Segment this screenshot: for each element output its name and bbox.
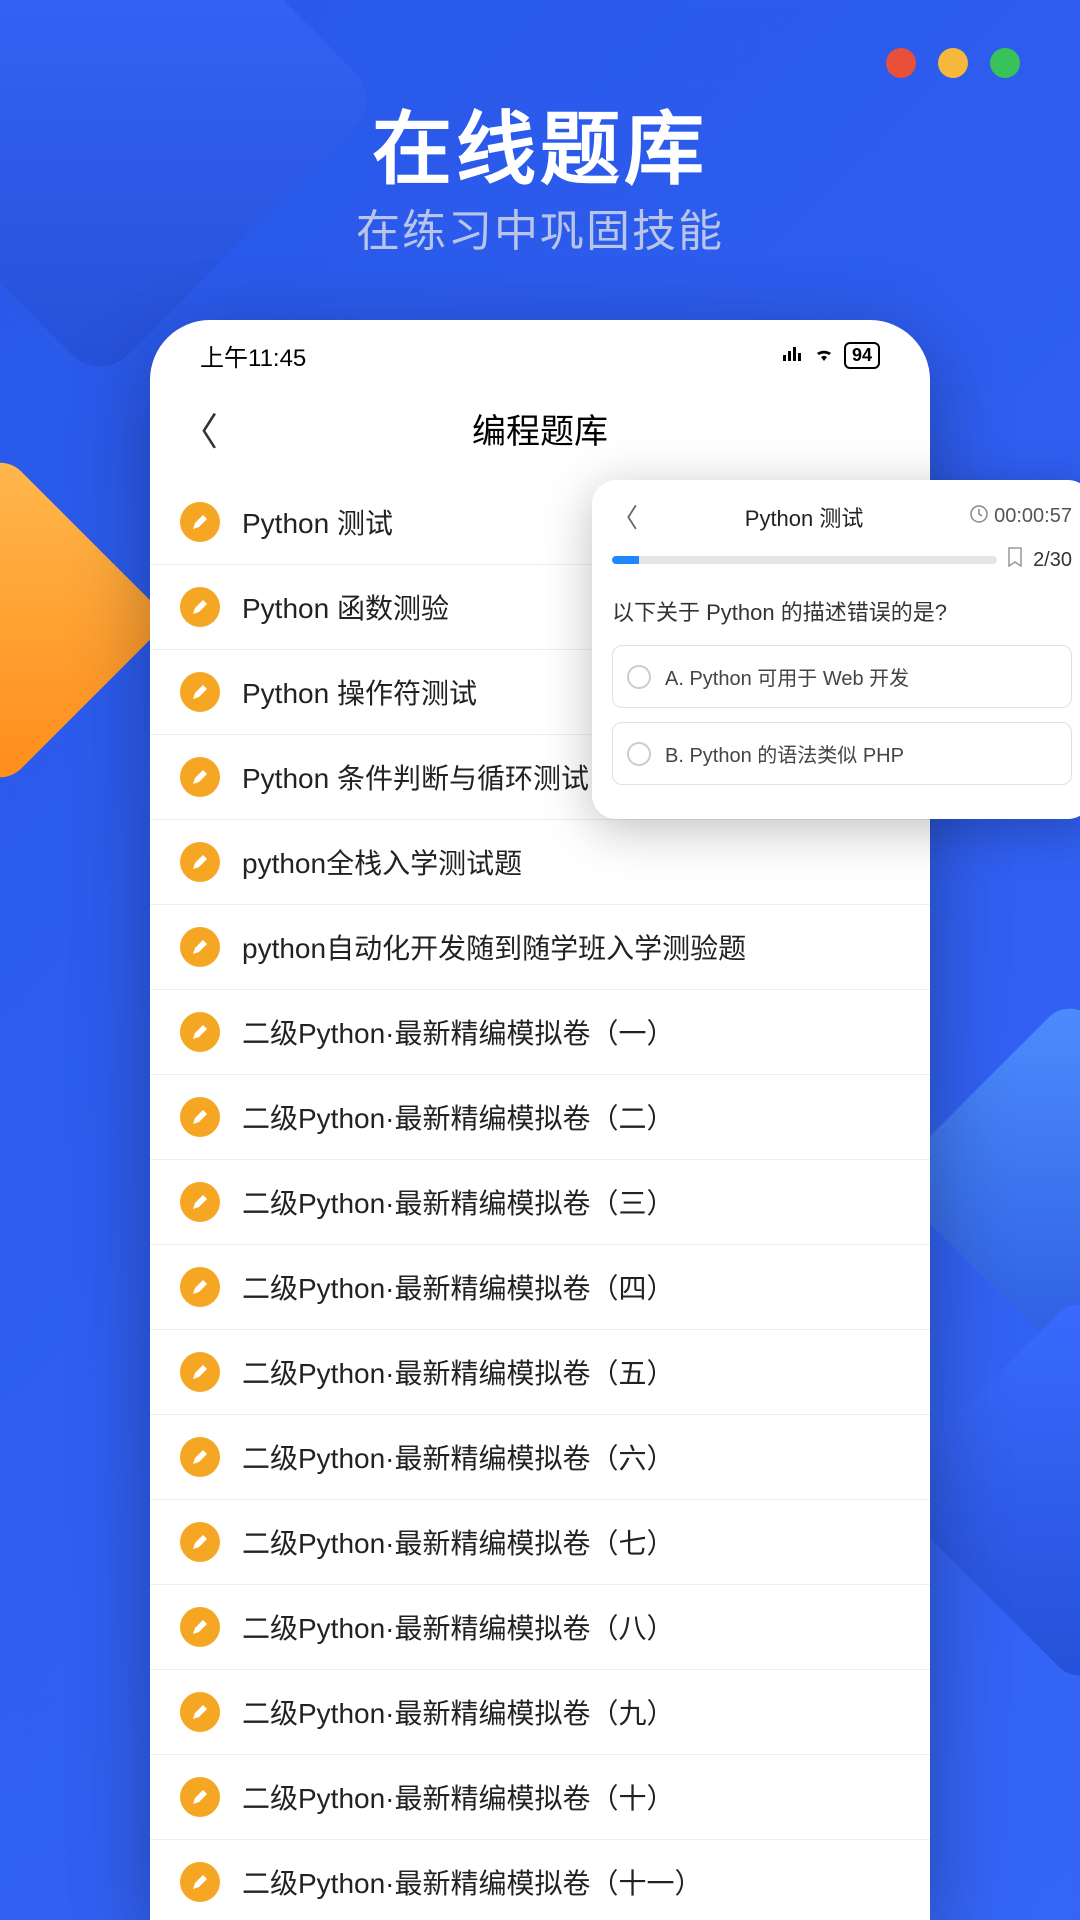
- pencil-icon: [180, 1097, 220, 1137]
- list-item[interactable]: 二级Python·最新精编模拟卷（九）: [150, 1670, 930, 1755]
- list-item[interactable]: 二级Python·最新精编模拟卷（十）: [150, 1755, 930, 1840]
- list-item-label: Python 函数测验: [242, 587, 449, 627]
- list-item-label: 二级Python·最新精编模拟卷（三）: [242, 1182, 675, 1222]
- list-item-label: 二级Python·最新精编模拟卷（十）: [242, 1777, 675, 1817]
- pencil-icon: [180, 1182, 220, 1222]
- progress-text: 2/30: [1033, 549, 1072, 572]
- pencil-icon: [180, 1352, 220, 1392]
- traffic-red-icon: [886, 48, 916, 78]
- status-right: 94: [782, 342, 880, 370]
- bg-decoration: [0, 450, 170, 789]
- clock-icon: [970, 505, 988, 529]
- list-item[interactable]: 二级Python·最新精编模拟卷（一）: [150, 990, 930, 1075]
- back-button[interactable]: 〈: [180, 401, 218, 456]
- pencil-icon: [180, 502, 220, 542]
- pencil-icon: [180, 757, 220, 797]
- pencil-icon: [180, 927, 220, 967]
- pencil-icon: [180, 1012, 220, 1052]
- popup-header: 〈 Python 测试 00:00:57: [592, 498, 1080, 547]
- option-label: B. Python 的语法类似 PHP: [665, 739, 904, 768]
- signal-icon: [782, 342, 804, 370]
- wifi-icon: [812, 342, 836, 370]
- popup-progress-row: 2/30: [592, 547, 1080, 583]
- popup-question: 以下关于 Python 的描述错误的是?: [592, 583, 1080, 645]
- list-item-label: python自动化开发随到随学班入学测验题: [242, 927, 746, 967]
- traffic-yellow-icon: [938, 48, 968, 78]
- traffic-green-icon: [990, 48, 1020, 78]
- list-item[interactable]: 二级Python·最新精编模拟卷（五）: [150, 1330, 930, 1415]
- option-label: A. Python 可用于 Web 开发: [665, 662, 909, 691]
- list-item[interactable]: 二级Python·最新精编模拟卷（七）: [150, 1500, 930, 1585]
- nav-bar: 〈 编程题库: [150, 381, 930, 480]
- progress-bar: [612, 556, 997, 564]
- list-item-label: 二级Python·最新精编模拟卷（七）: [242, 1522, 675, 1562]
- popup-options: A. Python 可用于 Web 开发 B. Python 的语法类似 PHP: [592, 645, 1080, 785]
- pencil-icon: [180, 842, 220, 882]
- popup-title: Python 测试: [745, 501, 864, 533]
- list-item-label: 二级Python·最新精编模拟卷（六）: [242, 1437, 675, 1477]
- list-item-label: python全栈入学测试题: [242, 842, 522, 882]
- list-item-label: 二级Python·最新精编模拟卷（四）: [242, 1267, 675, 1307]
- quiz-popup: 〈 Python 测试 00:00:57 2/30 以下关于 Python 的描…: [592, 480, 1080, 819]
- list-item[interactable]: 二级Python·最新精编模拟卷（八）: [150, 1585, 930, 1670]
- pencil-icon: [180, 587, 220, 627]
- nav-title: 编程题库: [150, 404, 930, 453]
- progress-fill: [612, 556, 639, 564]
- battery-icon: 94: [844, 342, 880, 369]
- pencil-icon: [180, 1522, 220, 1562]
- list-item[interactable]: 二级Python·最新精编模拟卷（十一）: [150, 1840, 930, 1920]
- pencil-icon: [180, 1607, 220, 1647]
- pencil-icon: [180, 1692, 220, 1732]
- list-item[interactable]: python全栈入学测试题: [150, 820, 930, 905]
- pencil-icon: [180, 1437, 220, 1477]
- popup-timer: 00:00:57: [970, 505, 1072, 529]
- list-item-label: 二级Python·最新精编模拟卷（二）: [242, 1097, 675, 1137]
- hero-subtitle: 在练习中巩固技能: [0, 195, 1080, 259]
- hero-title: 在线题库: [0, 85, 1080, 201]
- list-item[interactable]: 二级Python·最新精编模拟卷（四）: [150, 1245, 930, 1330]
- list-item-label: 二级Python·最新精编模拟卷（十一）: [242, 1862, 703, 1902]
- pencil-icon: [180, 672, 220, 712]
- quiz-option[interactable]: B. Python 的语法类似 PHP: [612, 722, 1072, 785]
- list-item-label: 二级Python·最新精编模拟卷（一）: [242, 1012, 675, 1052]
- list-item[interactable]: 二级Python·最新精编模拟卷（二）: [150, 1075, 930, 1160]
- list-item-label: Python 操作符测试: [242, 672, 477, 712]
- list-item[interactable]: 二级Python·最新精编模拟卷（三）: [150, 1160, 930, 1245]
- status-bar: 上午11:45 94: [150, 320, 930, 381]
- list-item-label: 二级Python·最新精编模拟卷（五）: [242, 1352, 675, 1392]
- pencil-icon: [180, 1267, 220, 1307]
- pencil-icon: [180, 1862, 220, 1902]
- list-item[interactable]: python自动化开发随到随学班入学测验题: [150, 905, 930, 990]
- list-item-label: 二级Python·最新精编模拟卷（八）: [242, 1607, 675, 1647]
- list-item-label: 二级Python·最新精编模拟卷（九）: [242, 1692, 675, 1732]
- radio-icon: [627, 742, 651, 766]
- radio-icon: [627, 665, 651, 689]
- list-item-label: Python 测试: [242, 502, 393, 542]
- pencil-icon: [180, 1777, 220, 1817]
- status-time: 上午11:45: [200, 338, 306, 373]
- quiz-option[interactable]: A. Python 可用于 Web 开发: [612, 645, 1072, 708]
- traffic-lights: [886, 48, 1020, 78]
- list-item[interactable]: 二级Python·最新精编模拟卷（六）: [150, 1415, 930, 1500]
- popup-back-button[interactable]: 〈: [612, 498, 638, 535]
- bookmark-icon[interactable]: [1007, 547, 1023, 573]
- list-item-label: Python 条件判断与循环测试: [242, 757, 589, 797]
